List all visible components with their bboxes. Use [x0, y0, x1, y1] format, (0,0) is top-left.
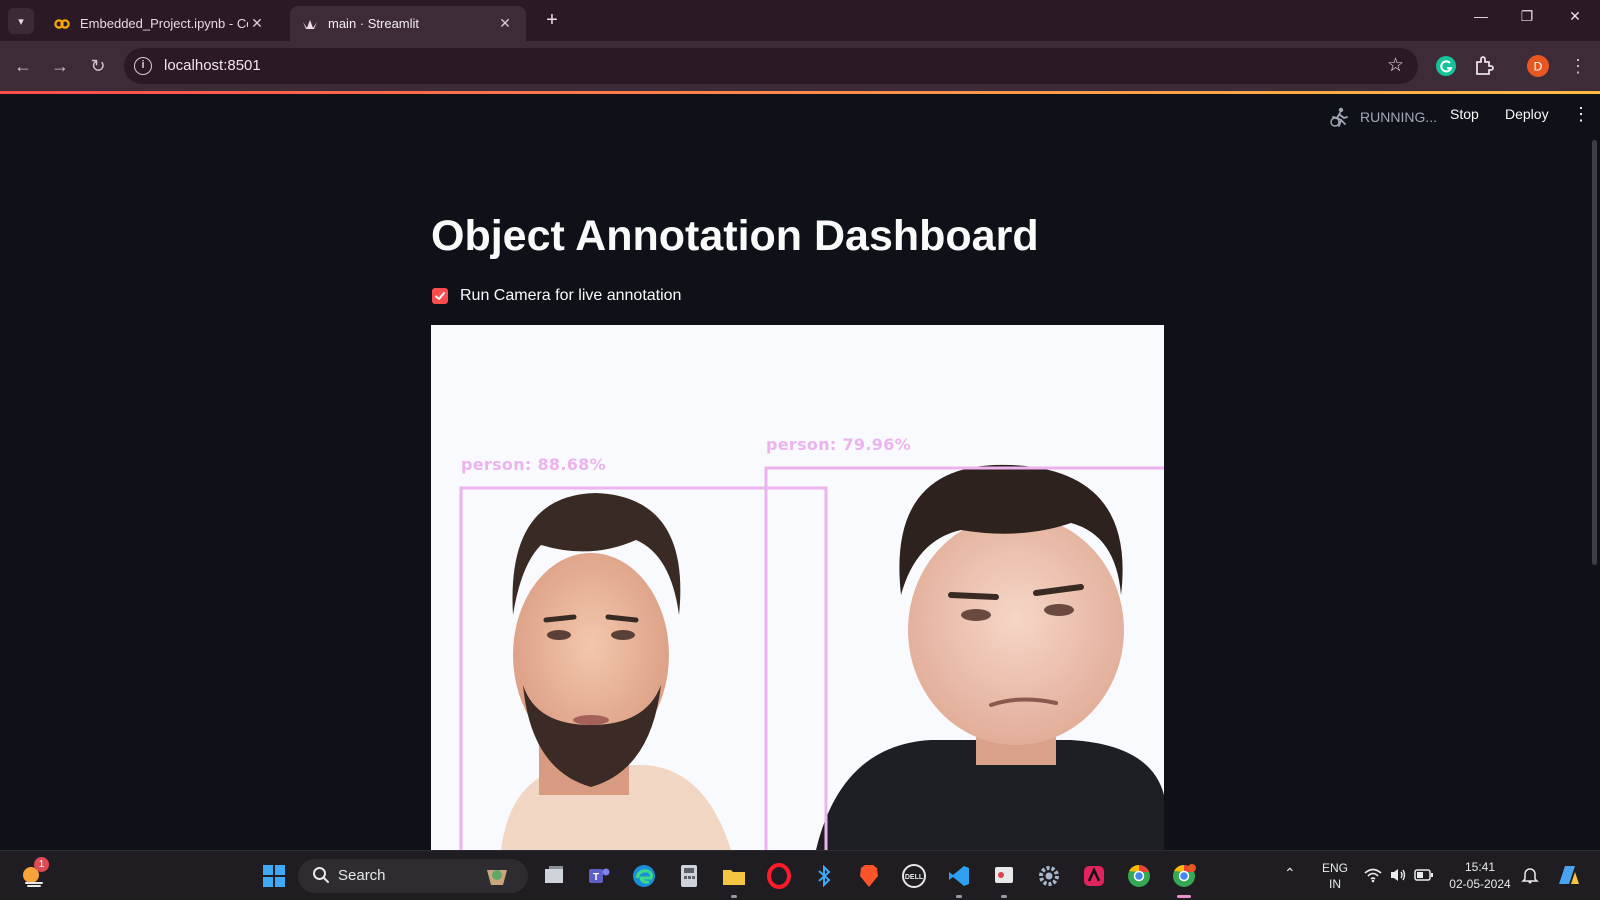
- close-tab-icon[interactable]: ✕: [248, 15, 266, 32]
- camera-checkbox-label[interactable]: Run Camera for live annotation: [460, 287, 681, 305]
- main-menu-icon[interactable]: ⋮: [1572, 104, 1590, 125]
- tab-title: Embedded_Project.ipynb - Cola: [80, 16, 248, 31]
- snipping-tool-icon[interactable]: [991, 863, 1017, 889]
- search-icon: [313, 867, 329, 883]
- windows-start-icon[interactable]: [261, 863, 287, 889]
- language-indicator[interactable]: ENG IN: [1318, 860, 1352, 892]
- clock-date: 02-05-2024: [1449, 877, 1511, 891]
- weather-badge: 1: [34, 857, 49, 872]
- restore-icon[interactable]: ❐: [1504, 8, 1550, 32]
- clock-time: 15:41: [1464, 860, 1496, 874]
- browser-tab-strip: ▾ Embedded_Project.ipynb - Cola ✕ main ·…: [0, 0, 1600, 41]
- windows-taskbar: 1 Search T DELL ⌃ ENG IN 15:41 02-05-202…: [0, 850, 1600, 900]
- copilot-icon[interactable]: [1553, 862, 1581, 890]
- vscode-icon[interactable]: [946, 863, 972, 889]
- page-title: Object Annotation Dashboard: [431, 212, 1039, 260]
- tab-search-dropdown-icon[interactable]: ▾: [8, 8, 34, 34]
- browser-toolbar: ← → ↻ i localhost:8501 ☆ D ⋮: [0, 41, 1600, 91]
- streamlit-icon: [303, 19, 317, 29]
- camera-image: [431, 325, 1164, 850]
- calculator-icon[interactable]: [676, 863, 702, 889]
- app-icon[interactable]: [1081, 863, 1107, 889]
- teams-icon[interactable]: T: [586, 863, 612, 889]
- close-window-icon[interactable]: ✕: [1552, 8, 1598, 32]
- extensions-icon[interactable]: [1472, 54, 1496, 78]
- tab-streamlit[interactable]: main · Streamlit ✕: [290, 6, 526, 41]
- region-code: IN: [1329, 877, 1341, 891]
- edge-icon[interactable]: [631, 863, 657, 889]
- bluetooth-icon[interactable]: [811, 863, 837, 889]
- close-tab-icon[interactable]: ✕: [496, 15, 514, 32]
- search-highlight-icon: [487, 870, 507, 885]
- search-placeholder: Search: [338, 867, 386, 884]
- running-indicator: [731, 895, 737, 898]
- forward-icon[interactable]: →: [47, 53, 73, 79]
- running-indicator: [1001, 895, 1007, 898]
- profile-initial: D: [1534, 60, 1543, 74]
- site-info-icon[interactable]: i: [134, 57, 152, 75]
- clock[interactable]: 15:41 02-05-2024: [1446, 859, 1514, 893]
- notification-bell-icon[interactable]: [1521, 866, 1539, 884]
- colab-icon: [54, 18, 70, 29]
- svg-text:T: T: [593, 872, 599, 883]
- svg-text:DELL: DELL: [905, 874, 924, 881]
- detection-label: person: 79.96%: [766, 435, 911, 454]
- chrome-profile-icon[interactable]: [1171, 863, 1197, 889]
- task-view-icon[interactable]: [541, 863, 567, 889]
- bookmark-star-icon[interactable]: ☆: [1387, 54, 1404, 77]
- running-indicator: [956, 895, 962, 898]
- tab-title: main · Streamlit: [328, 16, 420, 31]
- taskbar-search[interactable]: Search: [298, 859, 528, 893]
- url-text[interactable]: localhost:8501: [164, 57, 261, 74]
- running-person-icon: [1330, 107, 1348, 127]
- dell-icon[interactable]: DELL: [901, 863, 927, 889]
- brave-icon[interactable]: [856, 863, 882, 889]
- settings-gear-icon[interactable]: [1036, 863, 1062, 889]
- status-text: RUNNING...: [1360, 109, 1437, 125]
- running-status: RUNNING...: [1328, 106, 1437, 128]
- minimize-icon[interactable]: —: [1458, 8, 1504, 32]
- browser-menu-icon[interactable]: ⋮: [1565, 53, 1591, 79]
- grammarly-icon[interactable]: [1434, 54, 1458, 78]
- checkmark-icon: [435, 292, 445, 300]
- deploy-button[interactable]: Deploy: [1505, 106, 1549, 122]
- wifi-icon[interactable]: [1364, 867, 1382, 883]
- new-tab-button[interactable]: +: [540, 9, 564, 32]
- camera-frame: person: 88.68% person: 79.96%: [431, 325, 1164, 850]
- camera-checkbox[interactable]: [432, 288, 448, 304]
- file-explorer-icon[interactable]: [721, 863, 747, 889]
- battery-icon[interactable]: [1414, 868, 1434, 882]
- tab-colab[interactable]: Embedded_Project.ipynb - Cola ✕: [42, 6, 278, 41]
- address-bar[interactable]: i localhost:8501 ☆: [124, 48, 1418, 84]
- profile-avatar[interactable]: D: [1526, 54, 1550, 78]
- back-icon[interactable]: ←: [10, 53, 36, 79]
- volume-icon[interactable]: [1389, 867, 1407, 883]
- detection-label: person: 88.68%: [461, 455, 606, 474]
- stop-button[interactable]: Stop: [1450, 106, 1479, 122]
- opera-icon[interactable]: [766, 863, 792, 889]
- streamlit-header: RUNNING... Stop Deploy ⋮: [0, 94, 1600, 140]
- show-hidden-icons-icon[interactable]: ⌃: [1284, 865, 1296, 882]
- reload-icon[interactable]: ↻: [85, 53, 111, 79]
- language-code: ENG: [1321, 861, 1348, 875]
- chrome-icon[interactable]: [1126, 863, 1152, 889]
- active-app-indicator: [1177, 895, 1191, 898]
- page-scrollbar[interactable]: [1592, 140, 1597, 565]
